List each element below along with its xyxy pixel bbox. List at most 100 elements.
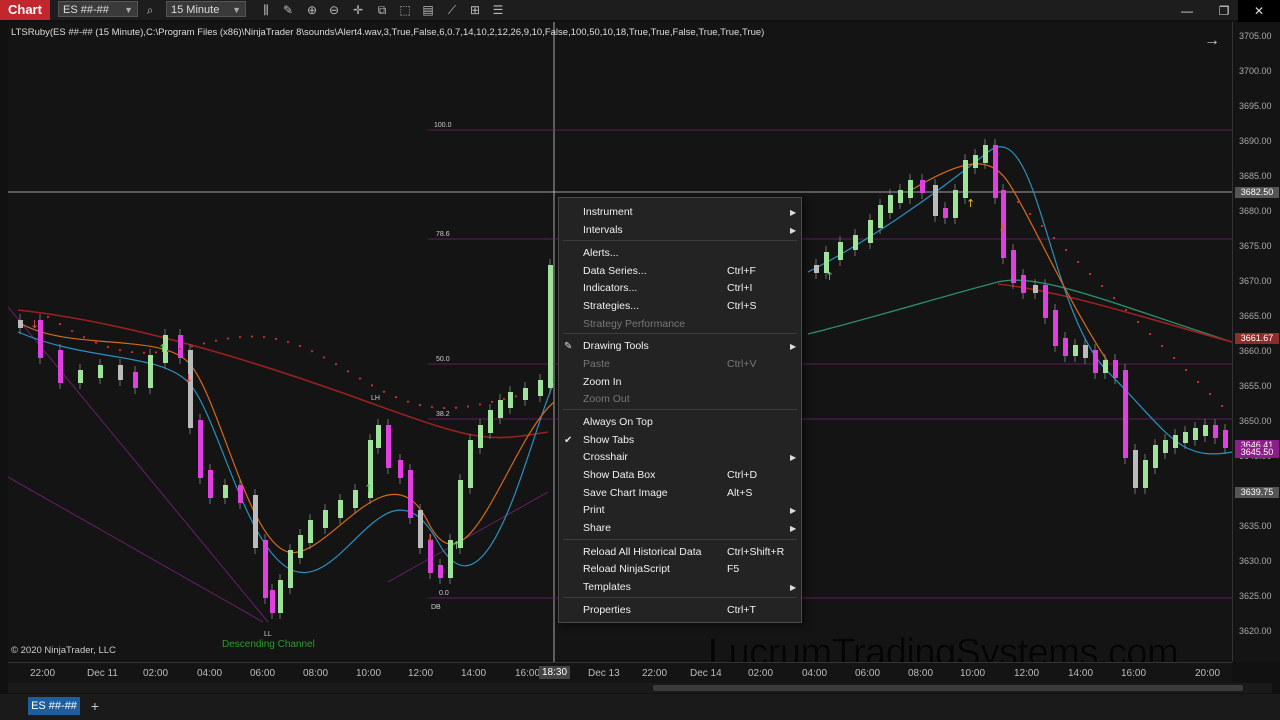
stop-dot	[514, 395, 518, 398]
menu-item-alerts[interactable]: Alerts...	[559, 245, 801, 262]
fib-label-50: 50.0	[436, 356, 450, 363]
stop-dot	[334, 363, 338, 366]
menu-item-share[interactable]: Share ▶	[559, 520, 801, 537]
submenu-arrow-icon: ▶	[790, 506, 797, 515]
menu-item-shortcut: Ctrl+D	[727, 469, 758, 481]
candle-body	[898, 190, 903, 203]
menu-item-indicators[interactable]: Indicators... Ctrl+I	[559, 280, 801, 297]
menu-item-strategies[interactable]: Strategies... Ctrl+S	[559, 298, 801, 315]
price-tick: 3700.00	[1239, 66, 1272, 76]
stop-dot	[490, 400, 494, 403]
candle-body	[1021, 275, 1026, 293]
time-tick: 16:00	[515, 668, 541, 679]
stop-dot	[1064, 248, 1068, 252]
scrollbar-thumb[interactable]	[653, 685, 1243, 691]
stop-dot	[466, 405, 470, 408]
price-tag: 3661.67	[1235, 333, 1279, 344]
submenu-arrow-icon: ▶	[790, 208, 797, 217]
menu-item-show-tabs[interactable]: ✔ Show Tabs	[559, 432, 801, 449]
menu-item-always-on-top[interactable]: Always On Top	[559, 414, 801, 431]
stop-dot	[1088, 272, 1092, 276]
pencil-icon[interactable]: ✎	[280, 2, 296, 18]
close-button[interactable]: ✕	[1238, 0, 1280, 22]
menu-item-zoom-in[interactable]: Zoom In	[559, 374, 801, 391]
stop-dot	[142, 351, 146, 354]
menu-item-intervals[interactable]: Intervals ▶	[559, 222, 801, 239]
menu-item-drawing-tools[interactable]: ✎ Drawing Tools ▶	[559, 338, 801, 355]
candle-body	[538, 380, 543, 396]
candle-body	[418, 510, 423, 548]
stop-dot	[406, 400, 410, 403]
menu-item-label: Crosshair	[583, 451, 628, 463]
stop-dot	[1028, 212, 1032, 216]
menu-item-label: Show Data Box	[583, 469, 656, 481]
time-tick: 04:00	[802, 668, 828, 679]
menu-item-crosshair[interactable]: Crosshair ▶	[559, 449, 801, 466]
menu-item-label: Drawing Tools	[583, 340, 649, 352]
stop-dot	[1184, 368, 1188, 372]
menu-item-templates[interactable]: Templates ▶	[559, 579, 801, 596]
add-tab-button[interactable]: +	[88, 697, 102, 715]
submenu-arrow-icon: ▶	[790, 226, 797, 235]
crosshair-icon[interactable]: ✛	[350, 2, 366, 18]
stop-dot	[298, 344, 302, 348]
svg-text:↓: ↓	[998, 222, 1007, 235]
horizontal-scrollbar[interactable]	[8, 683, 1272, 693]
candle-body	[548, 265, 553, 388]
candle-body	[953, 190, 958, 218]
stop-dot	[214, 339, 218, 342]
bar-type-icon[interactable]: ⫼	[258, 2, 274, 18]
stop-dot	[442, 406, 446, 410]
candle-body	[458, 480, 463, 548]
instrument-selector[interactable]: ES ##-## ▼	[58, 1, 138, 17]
menu-item-data-series[interactable]: Data Series... Ctrl+F	[559, 263, 801, 280]
stop-dot	[1016, 200, 1020, 204]
fib-label-382: 38.2	[436, 411, 450, 418]
interval-value: 15 Minute	[171, 4, 220, 16]
stop-dot	[1148, 332, 1152, 336]
menu-item-strategy-performance: Strategy Performance	[559, 316, 801, 333]
app-tab-chart[interactable]: Chart	[0, 0, 50, 20]
candle-body	[993, 145, 998, 198]
data-box-icon[interactable]: ⊞	[467, 2, 483, 18]
price-axis[interactable]: 3705.00 3700.00 3695.00 3690.00 3685.00 3680.…	[1232, 22, 1280, 662]
stop-dot	[238, 335, 242, 339]
candle-body	[263, 540, 268, 598]
candle-body	[223, 485, 228, 498]
zoom-in-icon[interactable]: ⊕	[304, 2, 320, 18]
candle-body	[1073, 345, 1078, 356]
menu-item-shortcut: Alt+S	[727, 487, 753, 499]
menu-list-icon[interactable]: ☰	[490, 2, 506, 18]
menu-item-reload-ninjascript[interactable]: Reload NinjaScript F5	[559, 561, 801, 578]
stop-dot	[358, 377, 362, 380]
arrow-right-icon[interactable]: →	[1204, 32, 1220, 50]
properties-icon[interactable]: ▤	[420, 2, 436, 18]
time-tick: 12:00	[408, 668, 434, 679]
menu-item-properties[interactable]: Properties Ctrl+T	[559, 602, 801, 619]
menu-separator	[563, 333, 797, 334]
strategies-icon[interactable]: ⬚	[397, 2, 413, 18]
candle-body	[814, 265, 819, 273]
time-axis[interactable]: 22:00 Dec 11 02:00 04:00 06:00 08:00 10:00 12:0…	[8, 662, 1232, 683]
watermark-text: LucrumTradingSystems.com	[708, 632, 1179, 662]
candle-body	[308, 520, 313, 543]
price-tick: 3620.00	[1239, 626, 1272, 636]
menu-item-reload-all-historical-data[interactable]: Reload All Historical Data Ctrl+Shift+R	[559, 544, 801, 561]
ma-fast-right	[807, 146, 1232, 455]
tab-es[interactable]: ES ##-##	[28, 697, 80, 715]
menu-item-label: Properties	[583, 604, 631, 616]
submenu-arrow-icon: ▶	[790, 524, 797, 533]
menu-item-label: Show Tabs	[583, 434, 635, 446]
time-tick: 16:00	[1121, 668, 1147, 679]
menu-item-instrument[interactable]: Instrument ▶	[559, 204, 801, 221]
menu-item-print[interactable]: Print ▶	[559, 502, 801, 519]
indicators-icon[interactable]: ⧉	[374, 2, 390, 18]
price-tick: 3705.00	[1239, 31, 1272, 41]
time-tick: 04:00	[197, 668, 223, 679]
search-icon[interactable]: ⌕	[142, 2, 158, 18]
menu-item-show-data-box[interactable]: Show Data Box Ctrl+D	[559, 467, 801, 484]
menu-item-save-chart-image[interactable]: Save Chart Image Alt+S	[559, 485, 801, 502]
drawing-icon[interactable]: ⟋	[444, 2, 460, 18]
zoom-out-icon[interactable]: ⊖	[326, 2, 342, 18]
interval-selector[interactable]: 15 Minute ▼	[166, 1, 246, 17]
